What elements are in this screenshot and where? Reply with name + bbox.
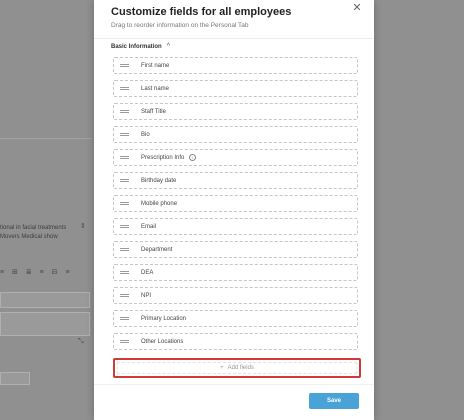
field-label: Email xyxy=(141,223,157,230)
drag-handle-icon[interactable] xyxy=(120,178,129,183)
field-label: Mobile phone xyxy=(141,200,178,207)
drag-handle-icon[interactable] xyxy=(120,339,129,344)
close-icon[interactable]: ✕ xyxy=(351,2,363,14)
field-row[interactable]: DEA xyxy=(113,264,358,281)
save-button[interactable]: Save xyxy=(309,393,359,409)
field-row[interactable]: Primary Location xyxy=(113,310,358,327)
background-divider xyxy=(0,138,92,139)
field-row[interactable]: Birthday date xyxy=(113,172,358,189)
drag-handle-icon[interactable] xyxy=(120,132,129,137)
add-fields-dashed-box xyxy=(117,362,357,374)
field-row[interactable]: Bio xyxy=(113,126,358,143)
section-basic-information[interactable]: Basic Information ^ xyxy=(111,43,170,50)
drag-handle-icon[interactable] xyxy=(120,86,129,91)
drag-handle-icon[interactable] xyxy=(120,155,129,160)
chevron-up-icon[interactable]: ^ xyxy=(167,43,170,50)
add-fields-button[interactable]: + Add fields xyxy=(113,358,361,378)
field-row[interactable]: Department xyxy=(113,241,358,258)
drag-handle-icon[interactable] xyxy=(120,63,129,68)
field-row[interactable]: Mobile phone xyxy=(113,195,358,212)
field-row[interactable]: Staff Title xyxy=(113,103,358,120)
resize-icon: ⤡ xyxy=(78,338,84,345)
customize-fields-modal: ✕ Customize fields for all employees Dra… xyxy=(94,0,374,420)
field-label: NPI xyxy=(141,292,152,299)
field-row[interactable]: NPI xyxy=(113,287,358,304)
drag-handle-icon[interactable] xyxy=(120,293,129,298)
toolbar-icons: ≡ ⊞ ≣ ≡ ⊟ ≡ xyxy=(0,269,73,276)
field-label: Department xyxy=(141,246,173,253)
background-text-line: tional in facial treatments xyxy=(0,225,67,231)
stepper-icon: ⇕ xyxy=(80,223,86,230)
field-label: Bio xyxy=(141,131,150,138)
drag-handle-icon[interactable] xyxy=(120,224,129,229)
modal-subtitle: Drag to reorder information on the Perso… xyxy=(111,22,249,29)
field-row[interactable]: Last name xyxy=(113,80,358,97)
info-icon[interactable]: i xyxy=(189,154,197,161)
background-text-line: Movers Medical show xyxy=(0,234,58,240)
field-row[interactable]: Email xyxy=(113,218,358,235)
field-label: Last name xyxy=(141,85,170,92)
field-label: Primary Location xyxy=(141,315,187,322)
field-label: Prescription Info xyxy=(141,154,185,161)
field-label: Birthday date xyxy=(141,177,177,184)
field-row[interactable]: Other Locations xyxy=(113,333,358,350)
drag-handle-icon[interactable] xyxy=(120,247,129,252)
drag-handle-icon[interactable] xyxy=(120,316,129,321)
field-row[interactable]: Prescription Info i xyxy=(113,149,358,166)
field-label: Staff Title xyxy=(141,108,166,115)
footer-divider xyxy=(94,384,374,385)
section-label: Basic Information xyxy=(111,43,162,50)
drag-handle-icon[interactable] xyxy=(120,201,129,206)
field-row[interactable]: First name xyxy=(113,57,358,74)
divider xyxy=(94,38,374,39)
background-input xyxy=(0,372,30,385)
drag-handle-icon[interactable] xyxy=(120,270,129,275)
field-label: First name xyxy=(141,62,170,69)
modal-title: Customize fields for all employees xyxy=(111,6,292,18)
background-input xyxy=(0,292,90,308)
background-input xyxy=(0,312,90,336)
field-label: DEA xyxy=(141,269,154,276)
drag-handle-icon[interactable] xyxy=(120,109,129,114)
field-label: Other Locations xyxy=(141,338,184,345)
